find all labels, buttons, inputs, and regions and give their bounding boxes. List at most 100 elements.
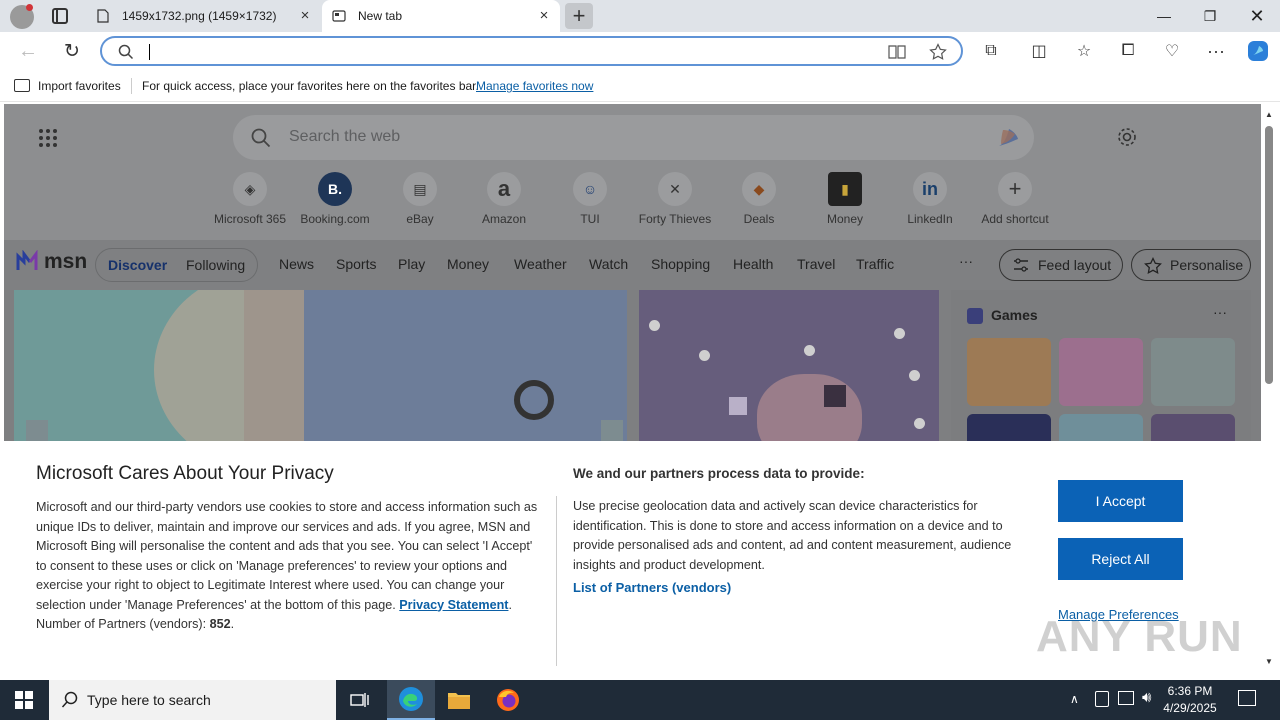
favorites-icon[interactable]: ☆ xyxy=(1071,38,1097,64)
close-window-button[interactable]: ✕ xyxy=(1234,0,1280,32)
shortcut-ebay[interactable]: ▤ eBay xyxy=(379,172,461,226)
msn-logo[interactable]: msn xyxy=(16,250,87,274)
nav-news[interactable]: News xyxy=(279,256,314,272)
tab-following[interactable]: Following xyxy=(186,257,245,273)
partners-count-label: Number of Partners (vendors): xyxy=(36,617,207,631)
scroll-down-icon[interactable]: ▼ xyxy=(1265,657,1273,666)
back-button[interactable]: ← xyxy=(15,38,41,64)
nav-more-icon[interactable]: ··· xyxy=(959,253,973,269)
close-tab-icon[interactable]: × xyxy=(297,8,313,24)
nav-money[interactable]: Money xyxy=(447,256,489,272)
task-view-icon xyxy=(350,693,369,707)
minimize-button[interactable]: — xyxy=(1141,0,1187,32)
app-launcher-icon[interactable] xyxy=(38,128,58,148)
restore-button[interactable]: ❐ xyxy=(1187,0,1233,32)
tab-image[interactable]: 1459x1732.png (1459×1732) × xyxy=(86,0,321,32)
settings-more-icon[interactable]: ··· xyxy=(1203,38,1229,64)
show-hidden-icons[interactable]: ∧ xyxy=(1070,692,1079,706)
accept-button[interactable]: I Accept xyxy=(1058,480,1183,522)
immersive-reader-icon[interactable] xyxy=(888,44,906,60)
nav-watch[interactable]: Watch xyxy=(589,256,628,272)
copilot-icon[interactable] xyxy=(993,122,1025,154)
taskbar: Type here to search ∧ 🔊︎ 6:36 PM 4/29/20… xyxy=(0,680,1280,720)
news-card-hero[interactable] xyxy=(14,290,627,450)
shortcut-deals[interactable]: ◆ Deals xyxy=(718,172,800,226)
pin-dot xyxy=(649,320,660,331)
game-tile[interactable] xyxy=(967,338,1051,406)
pin-dot xyxy=(804,345,815,356)
news-card-brain[interactable] xyxy=(639,290,939,450)
volume-icon[interactable]: 🔊︎ xyxy=(1142,689,1151,706)
edge-icon xyxy=(399,687,423,711)
games-more-icon[interactable]: ··· xyxy=(1213,304,1227,320)
network-icon[interactable] xyxy=(1118,691,1134,705)
shortcut-tui[interactable]: ☺ TUI xyxy=(549,172,631,226)
close-tab-icon[interactable]: × xyxy=(536,8,552,24)
game-tile[interactable] xyxy=(1151,338,1235,406)
collections-icon[interactable]: ⧠ xyxy=(1115,38,1141,64)
taskbar-search-placeholder: Type here to search xyxy=(87,692,211,708)
tab-actions-icon[interactable] xyxy=(52,8,68,24)
nav-travel[interactable]: Travel xyxy=(797,256,835,272)
profile-avatar-icon[interactable] xyxy=(10,4,34,29)
tui-icon: ☺ xyxy=(573,172,607,206)
partners-count: 852 xyxy=(209,617,231,631)
list-of-partners-link[interactable]: List of Partners (vendors) xyxy=(573,580,731,595)
page-scrollbar[interactable]: ▲ ▼ xyxy=(1261,104,1280,676)
game-tile[interactable] xyxy=(1059,338,1143,406)
taskbar-search-box[interactable]: Type here to search xyxy=(49,680,336,720)
nav-shopping[interactable]: Shopping xyxy=(651,256,710,272)
pin-dot xyxy=(914,418,925,429)
tab-discover[interactable]: Discover xyxy=(108,257,167,273)
taskbar-file-explorer[interactable] xyxy=(435,680,483,720)
privacy-statement-link[interactable]: Privacy Statement xyxy=(399,598,508,612)
shortcut-microsoft-365[interactable]: ◈ Microsoft 365 xyxy=(209,172,291,226)
browser-toolbar: ← ↻ ⧉ ◫ ☆ ⧠ ♡ ··· xyxy=(0,32,1280,70)
tab-new-tab[interactable]: New tab × xyxy=(322,0,560,32)
new-tab-button[interactable]: + xyxy=(565,3,593,29)
personalise-button[interactable]: Personalise xyxy=(1131,249,1251,281)
nav-play[interactable]: Play xyxy=(398,256,425,272)
taskbar-firefox[interactable] xyxy=(484,680,532,720)
web-search-box[interactable]: Search the web xyxy=(233,115,1034,160)
favorite-star-icon[interactable] xyxy=(929,43,947,61)
split-screen-icon[interactable]: ◫ xyxy=(1026,38,1052,64)
shortcut-money[interactable]: ▮ Money xyxy=(804,172,886,226)
refresh-button[interactable]: ↻ xyxy=(59,38,85,64)
notifications-icon[interactable] xyxy=(1238,690,1256,706)
ntp-header: Search the web ◈ Microsoft 365 B. Booking.… xyxy=(4,104,1261,240)
taskbar-clock[interactable]: 6:36 PM 4/29/2025 xyxy=(1156,683,1224,717)
deals-icon: ◆ xyxy=(742,172,776,206)
device-icon[interactable] xyxy=(1095,691,1109,707)
shortcut-booking[interactable]: B. Booking.com xyxy=(294,172,376,226)
copilot-icon[interactable] xyxy=(1245,38,1271,64)
taskbar-edge[interactable] xyxy=(387,680,435,720)
search-icon xyxy=(251,128,271,148)
web-search-placeholder: Search the web xyxy=(289,128,401,145)
games-widget: Games ··· xyxy=(951,290,1251,482)
extensions-icon[interactable]: ⧉ xyxy=(978,38,1004,64)
clock-time: 6:36 PM xyxy=(1167,684,1213,698)
browser-essentials-icon[interactable]: ♡ xyxy=(1159,38,1185,64)
games-icon xyxy=(967,308,983,324)
start-button[interactable] xyxy=(0,680,48,720)
scrollbar-thumb[interactable] xyxy=(1265,126,1273,384)
nav-sports[interactable]: Sports xyxy=(336,256,376,272)
task-view-button[interactable] xyxy=(336,680,384,720)
address-bar[interactable] xyxy=(100,36,963,66)
manage-favorites-link[interactable]: Manage favorites now xyxy=(476,79,593,93)
nav-traffic[interactable]: Traffic xyxy=(856,256,894,272)
nav-health[interactable]: Health xyxy=(733,256,773,272)
scroll-up-icon[interactable]: ▲ xyxy=(1265,110,1273,119)
reject-all-button[interactable]: Reject All xyxy=(1058,538,1183,580)
import-favorites-button[interactable]: Import favorites xyxy=(38,79,121,93)
document-icon xyxy=(96,9,110,23)
shortcut-add[interactable]: + Add shortcut xyxy=(974,172,1056,226)
shortcut-amazon[interactable]: a Amazon xyxy=(463,172,545,226)
nav-weather[interactable]: Weather xyxy=(514,256,567,272)
page-settings-icon[interactable] xyxy=(1116,126,1138,148)
shortcut-forty-thieves[interactable]: ✕ Forty Thieves xyxy=(634,172,716,226)
shortcut-linkedin[interactable]: in LinkedIn xyxy=(889,172,971,226)
feed-layout-button[interactable]: Feed layout xyxy=(999,249,1123,281)
tab-title: New tab xyxy=(358,9,403,23)
